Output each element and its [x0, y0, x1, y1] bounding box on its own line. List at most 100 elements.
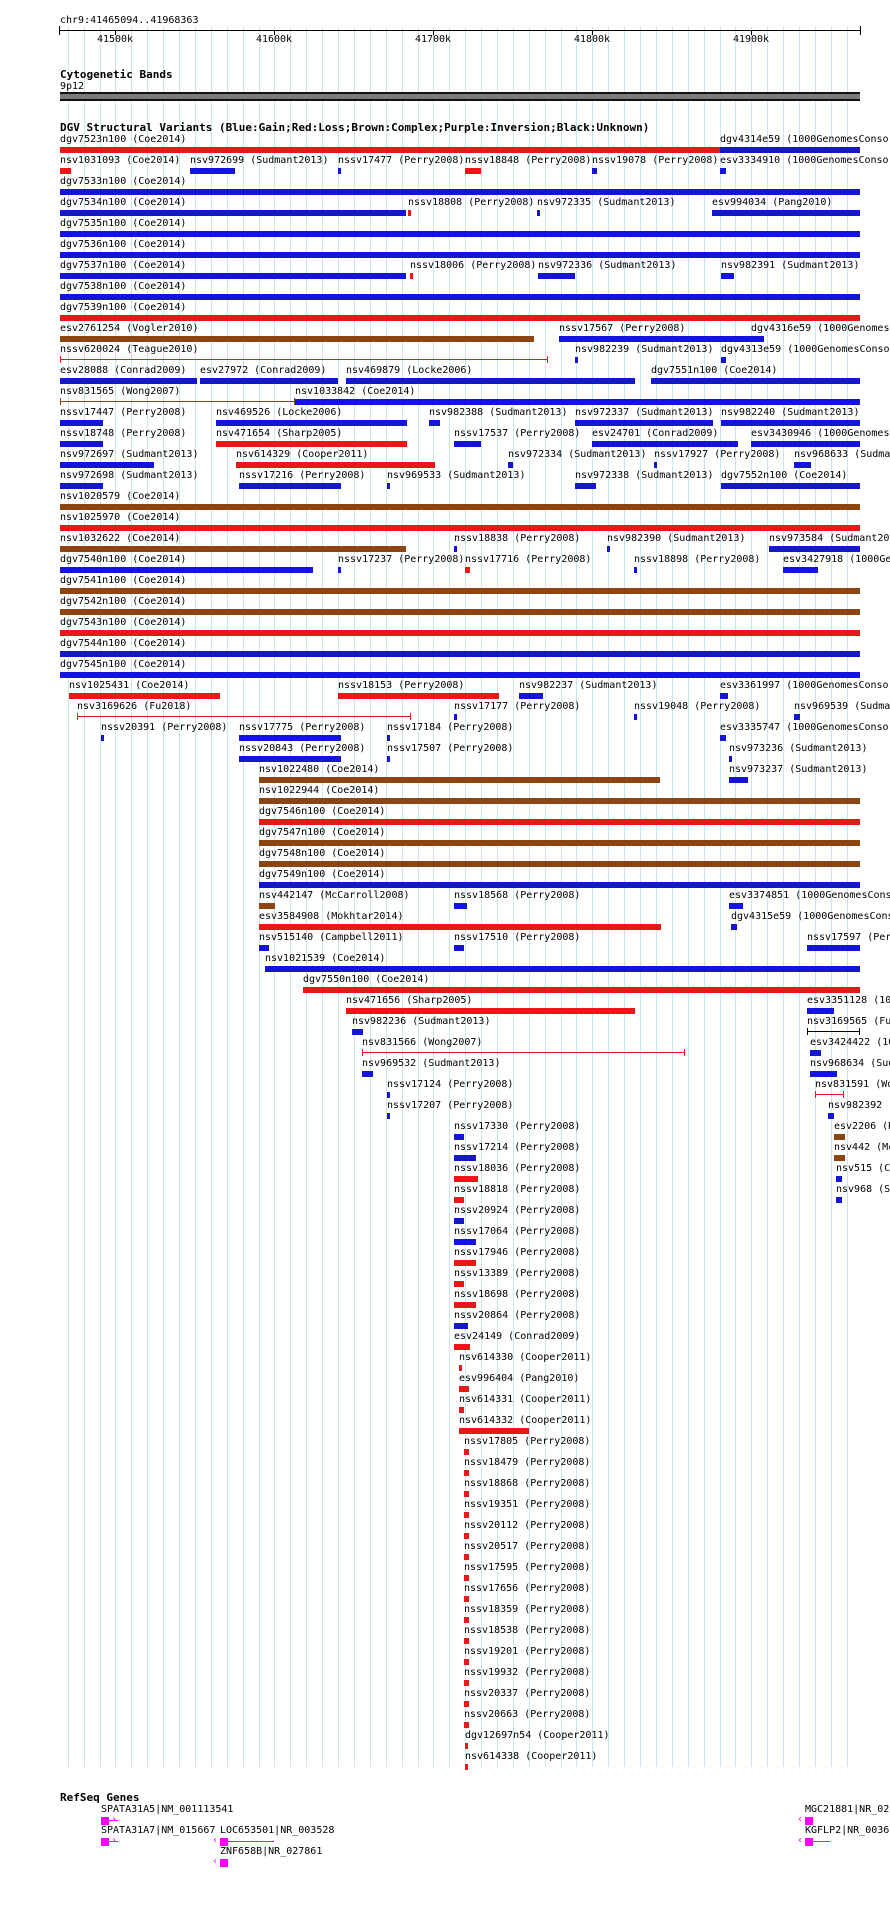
variant-feature[interactable] [607, 546, 610, 552]
variant-feature[interactable] [751, 441, 860, 447]
variant-feature[interactable] [634, 567, 637, 573]
variant-feature[interactable] [712, 210, 860, 216]
variant-feature[interactable] [60, 504, 860, 510]
variant-feature[interactable] [454, 1302, 476, 1308]
variant-feature[interactable] [259, 882, 860, 888]
variant-feature[interactable] [362, 1052, 685, 1053]
variant-feature[interactable] [720, 147, 860, 153]
variant-feature[interactable] [464, 1701, 469, 1707]
variant-feature[interactable] [387, 756, 390, 762]
variant-feature[interactable] [519, 693, 543, 699]
variant-feature[interactable] [387, 735, 390, 741]
variant-feature[interactable] [60, 294, 860, 300]
variant-feature[interactable] [810, 1050, 821, 1056]
variant-feature[interactable] [295, 399, 860, 405]
variant-feature[interactable] [69, 693, 220, 699]
variant-feature[interactable] [454, 1155, 476, 1161]
variant-feature[interactable] [828, 1113, 834, 1119]
variant-feature[interactable] [259, 819, 860, 825]
variant-feature[interactable] [465, 168, 481, 174]
variant-feature[interactable] [834, 1155, 845, 1161]
variant-feature[interactable] [538, 273, 575, 279]
variant-feature[interactable] [60, 401, 295, 402]
variant-feature[interactable] [77, 716, 411, 717]
variant-feature[interactable] [464, 1554, 469, 1560]
variant-feature[interactable] [454, 1281, 464, 1287]
variant-feature[interactable] [338, 168, 341, 174]
variant-feature[interactable] [459, 1365, 462, 1371]
variant-feature[interactable] [751, 336, 764, 342]
variant-feature[interactable] [454, 903, 467, 909]
variant-feature[interactable] [259, 924, 661, 930]
gene-exon[interactable] [101, 1838, 109, 1846]
variant-feature[interactable] [60, 672, 860, 678]
variant-feature[interactable] [259, 840, 860, 846]
variant-feature[interactable] [60, 231, 860, 237]
variant-feature[interactable] [60, 420, 103, 426]
variant-feature[interactable] [200, 378, 338, 384]
variant-feature[interactable] [592, 441, 738, 447]
variant-feature[interactable] [575, 420, 713, 426]
variant-feature[interactable] [465, 1764, 468, 1770]
variant-feature[interactable] [454, 1344, 470, 1350]
variant-feature[interactable] [454, 945, 464, 951]
variant-feature[interactable] [60, 567, 313, 573]
variant-feature[interactable] [387, 483, 390, 489]
variant-feature[interactable] [720, 168, 726, 174]
variant-feature[interactable] [720, 735, 726, 741]
variant-feature[interactable] [338, 567, 341, 573]
variant-feature[interactable] [729, 756, 732, 762]
variant-feature[interactable] [259, 945, 269, 951]
variant-feature[interactable] [464, 1722, 469, 1728]
variant-feature[interactable] [464, 1491, 469, 1497]
variant-feature[interactable] [575, 357, 578, 363]
variant-feature[interactable] [729, 777, 748, 783]
variant-feature[interactable] [810, 1071, 837, 1077]
variant-feature[interactable] [464, 1533, 469, 1539]
variant-feature[interactable] [721, 420, 860, 426]
variant-feature[interactable] [454, 1239, 476, 1245]
variant-feature[interactable] [60, 609, 860, 615]
variant-feature[interactable] [387, 1092, 390, 1098]
gene-intron-line[interactable] [220, 1841, 274, 1842]
variant-feature[interactable] [454, 546, 457, 552]
variant-feature[interactable] [239, 756, 341, 762]
variant-feature[interactable] [60, 630, 860, 636]
variant-feature[interactable] [60, 441, 103, 447]
variant-feature[interactable] [464, 1638, 469, 1644]
variant-feature[interactable] [60, 147, 720, 153]
variant-feature[interactable] [259, 777, 660, 783]
variant-feature[interactable] [454, 1260, 476, 1266]
variant-feature[interactable] [454, 1323, 468, 1329]
variant-feature[interactable] [464, 1680, 469, 1686]
cytoband-track-title[interactable]: Cytogenetic Bands [60, 68, 173, 81]
variant-feature[interactable] [303, 987, 860, 993]
variant-feature[interactable] [60, 462, 154, 468]
variant-feature[interactable] [454, 1197, 464, 1203]
variant-feature[interactable] [464, 1596, 469, 1602]
variant-feature[interactable] [216, 441, 407, 447]
gene-exon[interactable] [805, 1838, 813, 1846]
variant-feature[interactable] [190, 168, 235, 174]
variant-feature[interactable] [559, 336, 751, 342]
variant-feature[interactable] [634, 714, 637, 720]
variant-feature[interactable] [239, 735, 341, 741]
variant-feature[interactable] [216, 420, 407, 426]
variant-feature[interactable] [592, 168, 597, 174]
gene-exon[interactable] [101, 1817, 109, 1825]
variant-feature[interactable] [346, 378, 635, 384]
variant-feature[interactable] [459, 1428, 529, 1434]
variant-feature[interactable] [836, 1197, 842, 1203]
variant-feature[interactable] [60, 546, 406, 552]
variant-feature[interactable] [807, 1008, 834, 1014]
variant-feature[interactable] [459, 1386, 469, 1392]
variant-feature[interactable] [259, 798, 860, 804]
variant-feature[interactable] [464, 1449, 469, 1455]
variant-feature[interactable] [464, 1617, 469, 1623]
variant-feature[interactable] [362, 1071, 373, 1077]
variant-feature[interactable] [454, 1176, 478, 1182]
variant-feature[interactable] [464, 1575, 469, 1581]
variant-feature[interactable] [338, 693, 499, 699]
variant-feature[interactable] [60, 525, 860, 531]
variant-feature[interactable] [464, 1512, 469, 1518]
